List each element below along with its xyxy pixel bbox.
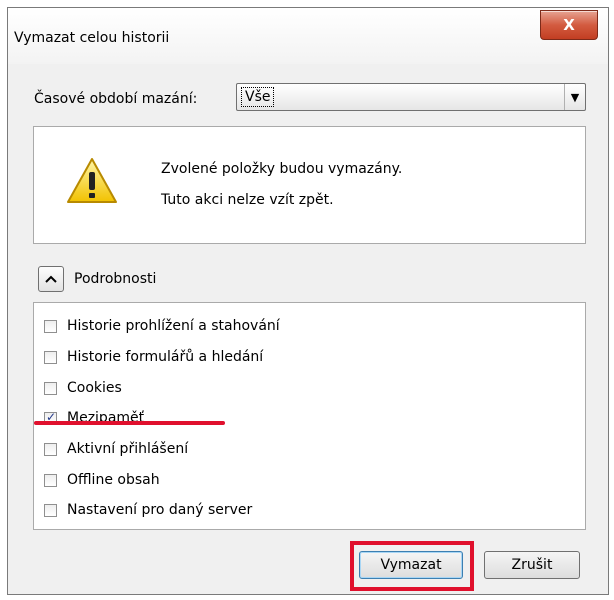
- clear-history-dialog: Vymazat celou historii X Časové období m…: [7, 7, 609, 595]
- dropdown-arrow-icon: ▼: [564, 84, 585, 110]
- item-label: Cookies: [67, 380, 122, 396]
- list-item[interactable]: Cookies: [44, 378, 122, 398]
- list-item[interactable]: Aktivní přihlášení: [44, 439, 188, 459]
- item-label: Nastavení pro daný server: [67, 502, 253, 518]
- list-item[interactable]: Offline obsah: [44, 470, 160, 490]
- time-range-label: Časové období mazání:: [34, 91, 198, 107]
- close-icon: X: [563, 16, 575, 34]
- history-items-list: Historie prohlížení a stahování Historie…: [33, 302, 586, 530]
- checkbox-offline-content[interactable]: [44, 473, 57, 487]
- details-label[interactable]: Podrobnosti: [74, 271, 156, 287]
- checkbox-active-logins[interactable]: [44, 442, 57, 456]
- time-range-select[interactable]: Vše ▼: [236, 83, 586, 111]
- list-item[interactable]: Mezipaměť: [44, 408, 144, 428]
- list-item[interactable]: Historie prohlížení a stahování: [44, 316, 280, 336]
- warning-panel: Zvolené položky budou vymazány. Tuto akc…: [33, 126, 586, 244]
- chevron-up-icon: [45, 275, 57, 283]
- close-button[interactable]: X: [540, 10, 598, 40]
- details-toggle-button[interactable]: [38, 266, 64, 292]
- item-label: Historie formulářů a hledání: [67, 349, 264, 365]
- item-label: Aktivní přihlášení: [67, 441, 189, 457]
- list-item[interactable]: Nastavení pro daný server: [44, 500, 252, 520]
- checkbox-site-settings[interactable]: [44, 503, 57, 517]
- warning-icon: [67, 158, 117, 203]
- annotation-underline: [34, 421, 225, 425]
- time-range-value: Vše: [241, 87, 275, 107]
- dialog-content: Časové období mazání: Vše ▼ Zvolené polo…: [8, 64, 608, 594]
- title-bar: Vymazat celou historii X: [8, 8, 608, 65]
- dialog-title: Vymazat celou historii: [14, 30, 170, 46]
- item-label: Historie prohlížení a stahování: [67, 318, 280, 334]
- item-label: Offline obsah: [67, 472, 160, 488]
- checkbox-browsing-history[interactable]: [44, 319, 57, 333]
- warning-text-2: Tuto akci nelze vzít zpět.: [161, 192, 334, 208]
- list-item[interactable]: Historie formulářů a hledání: [44, 347, 263, 367]
- checkbox-form-history[interactable]: [44, 350, 57, 364]
- warning-text-1: Zvolené položky budou vymazány.: [161, 161, 403, 177]
- clear-now-button[interactable]: Vymazat: [359, 551, 463, 579]
- cancel-button[interactable]: Zrušit: [484, 551, 580, 579]
- checkbox-cookies[interactable]: [44, 381, 57, 395]
